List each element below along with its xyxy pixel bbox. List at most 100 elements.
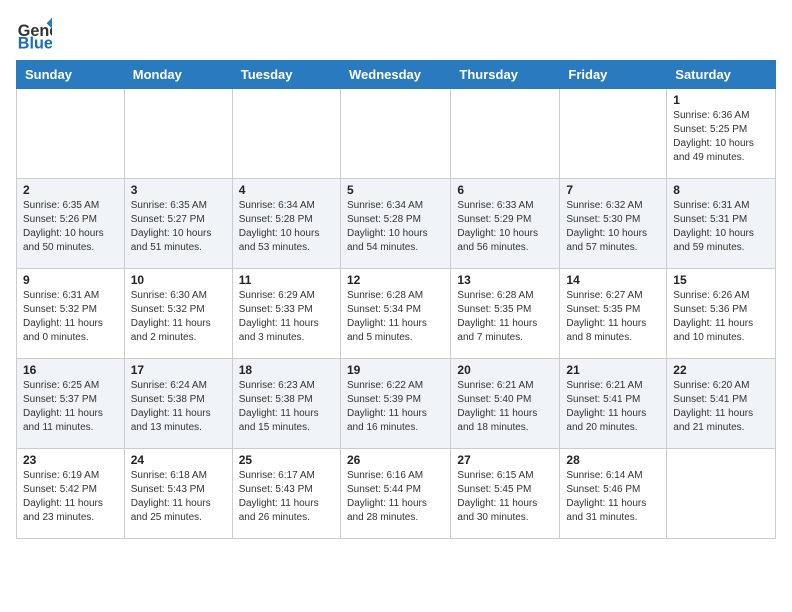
calendar-cell (124, 89, 232, 179)
calendar-cell (17, 89, 125, 179)
calendar-cell: 25 Sunrise: 6:17 AM Sunset: 5:43 PM Dayli… (232, 449, 340, 539)
calendar-cell: 9 Sunrise: 6:31 AM Sunset: 5:32 PM Daylig… (17, 269, 125, 359)
calendar-cell: 27 Sunrise: 6:15 AM Sunset: 5:45 PM Dayli… (451, 449, 560, 539)
day-number: 21 (566, 363, 660, 377)
day-number: 18 (239, 363, 334, 377)
day-number: 12 (347, 273, 444, 287)
day-info: Sunrise: 6:35 AM Sunset: 5:26 PM Dayligh… (23, 199, 118, 255)
day-info: Sunrise: 6:21 AM Sunset: 5:41 PM Dayligh… (566, 379, 660, 435)
logo: General Blue (16, 16, 56, 52)
day-header-sunday: Sunday (17, 61, 125, 89)
calendar-cell (232, 89, 340, 179)
calendar-cell: 2 Sunrise: 6:35 AM Sunset: 5:26 PM Daylig… (17, 179, 125, 269)
day-info: Sunrise: 6:34 AM Sunset: 5:28 PM Dayligh… (347, 199, 444, 255)
svg-text:Blue: Blue (18, 34, 52, 52)
day-header-tuesday: Tuesday (232, 61, 340, 89)
day-info: Sunrise: 6:15 AM Sunset: 5:45 PM Dayligh… (457, 469, 553, 525)
day-info: Sunrise: 6:29 AM Sunset: 5:33 PM Dayligh… (239, 289, 334, 345)
day-header-monday: Monday (124, 61, 232, 89)
calendar-cell: 13 Sunrise: 6:28 AM Sunset: 5:35 PM Dayli… (451, 269, 560, 359)
day-number: 8 (673, 183, 769, 197)
day-number: 24 (131, 453, 226, 467)
day-info: Sunrise: 6:16 AM Sunset: 5:44 PM Dayligh… (347, 469, 444, 525)
day-info: Sunrise: 6:28 AM Sunset: 5:35 PM Dayligh… (457, 289, 553, 345)
calendar-table: SundayMondayTuesdayWednesdayThursdayFrid… (16, 60, 776, 539)
logo-icon: General Blue (16, 16, 52, 52)
calendar-cell: 8 Sunrise: 6:31 AM Sunset: 5:31 PM Daylig… (667, 179, 776, 269)
day-info: Sunrise: 6:18 AM Sunset: 5:43 PM Dayligh… (131, 469, 226, 525)
calendar-cell: 18 Sunrise: 6:23 AM Sunset: 5:38 PM Dayli… (232, 359, 340, 449)
calendar-week-4: 16 Sunrise: 6:25 AM Sunset: 5:37 PM Dayli… (17, 359, 776, 449)
calendar-cell: 19Sunrise: 6:22 AM Sunset: 5:39 PM Dayli… (340, 359, 450, 449)
calendar-cell (560, 89, 667, 179)
calendar-cell (667, 449, 776, 539)
day-info: Sunrise: 6:23 AM Sunset: 5:38 PM Dayligh… (239, 379, 334, 435)
day-number: 27 (457, 453, 553, 467)
day-header-thursday: Thursday (451, 61, 560, 89)
day-info: Sunrise: 6:17 AM Sunset: 5:43 PM Dayligh… (239, 469, 334, 525)
calendar-cell: 28 Sunrise: 6:14 AM Sunset: 5:46 PM Dayli… (560, 449, 667, 539)
calendar-cell: 11 Sunrise: 6:29 AM Sunset: 5:33 PM Dayli… (232, 269, 340, 359)
day-info: Sunrise: 6:25 AM Sunset: 5:37 PM Dayligh… (23, 379, 118, 435)
day-info: Sunrise: 6:34 AM Sunset: 5:28 PM Dayligh… (239, 199, 334, 255)
calendar-cell: 1Sunrise: 6:36 AM Sunset: 5:25 PM Daylig… (667, 89, 776, 179)
day-info: Sunrise: 6:31 AM Sunset: 5:32 PM Dayligh… (23, 289, 118, 345)
day-number: 11 (239, 273, 334, 287)
calendar-cell: 15Sunrise: 6:26 AM Sunset: 5:36 PM Dayli… (667, 269, 776, 359)
calendar-cell: 26Sunrise: 6:16 AM Sunset: 5:44 PM Dayli… (340, 449, 450, 539)
calendar-week-5: 23 Sunrise: 6:19 AM Sunset: 5:42 PM Dayli… (17, 449, 776, 539)
day-number: 10 (131, 273, 226, 287)
calendar-cell: 10Sunrise: 6:30 AM Sunset: 5:32 PM Dayli… (124, 269, 232, 359)
day-number: 6 (457, 183, 553, 197)
day-info: Sunrise: 6:26 AM Sunset: 5:36 PM Dayligh… (673, 289, 769, 345)
day-number: 28 (566, 453, 660, 467)
day-info: Sunrise: 6:22 AM Sunset: 5:39 PM Dayligh… (347, 379, 444, 435)
day-info: Sunrise: 6:28 AM Sunset: 5:34 PM Dayligh… (347, 289, 444, 345)
calendar-week-3: 9 Sunrise: 6:31 AM Sunset: 5:32 PM Daylig… (17, 269, 776, 359)
day-number: 5 (347, 183, 444, 197)
day-number: 7 (566, 183, 660, 197)
calendar-cell: 17 Sunrise: 6:24 AM Sunset: 5:38 PM Dayli… (124, 359, 232, 449)
calendar-cell: 12 Sunrise: 6:28 AM Sunset: 5:34 PM Dayli… (340, 269, 450, 359)
calendar-cell: 20Sunrise: 6:21 AM Sunset: 5:40 PM Dayli… (451, 359, 560, 449)
calendar-cell: 22 Sunrise: 6:20 AM Sunset: 5:41 PM Dayli… (667, 359, 776, 449)
day-number: 16 (23, 363, 118, 377)
day-number: 9 (23, 273, 118, 287)
day-info: Sunrise: 6:27 AM Sunset: 5:35 PM Dayligh… (566, 289, 660, 345)
day-info: Sunrise: 6:14 AM Sunset: 5:46 PM Dayligh… (566, 469, 660, 525)
calendar-cell: 7 Sunrise: 6:32 AM Sunset: 5:30 PM Daylig… (560, 179, 667, 269)
day-number: 23 (23, 453, 118, 467)
day-number: 14 (566, 273, 660, 287)
calendar-cell (340, 89, 450, 179)
page-header: General Blue (16, 16, 776, 52)
day-number: 4 (239, 183, 334, 197)
day-number: 25 (239, 453, 334, 467)
day-info: Sunrise: 6:31 AM Sunset: 5:31 PM Dayligh… (673, 199, 769, 255)
day-info: Sunrise: 6:19 AM Sunset: 5:42 PM Dayligh… (23, 469, 118, 525)
day-info: Sunrise: 6:20 AM Sunset: 5:41 PM Dayligh… (673, 379, 769, 435)
day-info: Sunrise: 6:35 AM Sunset: 5:27 PM Dayligh… (131, 199, 226, 255)
calendar-cell: 6 Sunrise: 6:33 AM Sunset: 5:29 PM Daylig… (451, 179, 560, 269)
day-number: 17 (131, 363, 226, 377)
calendar-cell: 21 Sunrise: 6:21 AM Sunset: 5:41 PM Dayli… (560, 359, 667, 449)
day-number: 1 (673, 93, 769, 107)
calendar-header-row: SundayMondayTuesdayWednesdayThursdayFrid… (17, 61, 776, 89)
calendar-cell: 23 Sunrise: 6:19 AM Sunset: 5:42 PM Dayli… (17, 449, 125, 539)
calendar-cell (451, 89, 560, 179)
day-number: 20 (457, 363, 553, 377)
calendar-cell: 14 Sunrise: 6:27 AM Sunset: 5:35 PM Dayli… (560, 269, 667, 359)
calendar-week-1: 1Sunrise: 6:36 AM Sunset: 5:25 PM Daylig… (17, 89, 776, 179)
calendar-cell: 4 Sunrise: 6:34 AM Sunset: 5:28 PM Daylig… (232, 179, 340, 269)
day-info: Sunrise: 6:33 AM Sunset: 5:29 PM Dayligh… (457, 199, 553, 255)
day-number: 3 (131, 183, 226, 197)
day-number: 13 (457, 273, 553, 287)
day-header-friday: Friday (560, 61, 667, 89)
day-info: Sunrise: 6:32 AM Sunset: 5:30 PM Dayligh… (566, 199, 660, 255)
day-number: 22 (673, 363, 769, 377)
calendar-cell: 3 Sunrise: 6:35 AM Sunset: 5:27 PM Daylig… (124, 179, 232, 269)
calendar-cell: 5 Sunrise: 6:34 AM Sunset: 5:28 PM Daylig… (340, 179, 450, 269)
day-info: Sunrise: 6:24 AM Sunset: 5:38 PM Dayligh… (131, 379, 226, 435)
day-number: 2 (23, 183, 118, 197)
calendar-cell: 24 Sunrise: 6:18 AM Sunset: 5:43 PM Dayli… (124, 449, 232, 539)
calendar-cell: 16 Sunrise: 6:25 AM Sunset: 5:37 PM Dayli… (17, 359, 125, 449)
